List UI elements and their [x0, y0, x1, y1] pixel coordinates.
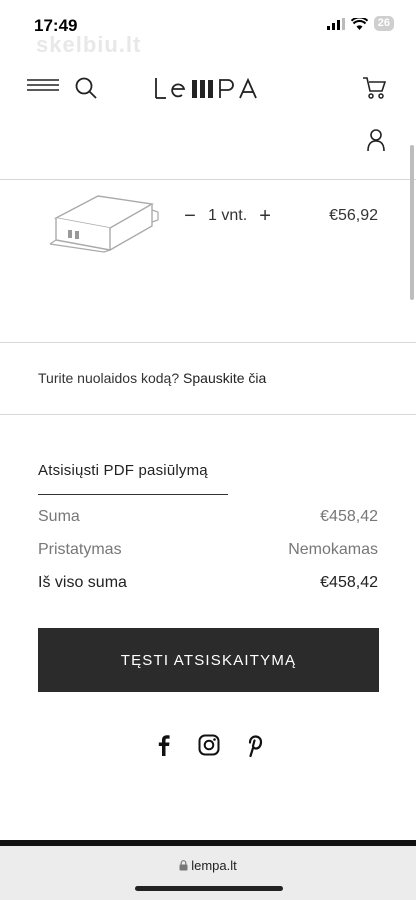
logo[interactable]: [154, 74, 262, 102]
discount-prompt-text: Turite nuolaidos kodą?: [38, 370, 184, 386]
summary-value: €458,42: [320, 508, 378, 525]
summary-value: €458,42: [320, 574, 378, 591]
item-price: €56,92: [329, 207, 378, 224]
quantity-stepper: − 1 vnt. +: [182, 206, 273, 226]
product-image[interactable]: [48, 186, 160, 254]
menu-icon[interactable]: [27, 79, 59, 97]
status-icons: 26: [326, 16, 394, 31]
watermark: skelbiu.lt: [36, 32, 142, 57]
summary-label: Pristatymas: [38, 541, 122, 558]
summary-row-total: Iš viso suma €458,42: [38, 574, 378, 592]
site-header: [0, 60, 416, 180]
url-text: lempa.lt: [191, 858, 237, 873]
checkout-button[interactable]: TĘSTI ATSISKAITYMĄ: [38, 628, 379, 692]
summary-label: Iš viso suma: [38, 574, 127, 591]
summary-value: Nemokamas: [288, 541, 378, 558]
cart-item: − 1 vnt. + €56,92: [0, 181, 416, 343]
download-pdf-link[interactable]: Atsisiųsti PDF pasiūlymą: [38, 462, 228, 495]
lock-icon: [179, 860, 188, 871]
signal-icon: [326, 17, 345, 30]
discount-prompt: Turite nuolaidos kodą? Spauskite čia: [38, 370, 266, 386]
social-links: [152, 732, 266, 758]
user-icon[interactable]: [366, 128, 386, 152]
summary-row-delivery: Pristatymas Nemokamas: [38, 541, 378, 559]
quantity-value: 1 vnt.: [208, 207, 248, 224]
decrease-quantity-button[interactable]: −: [182, 206, 198, 226]
pinterest-icon[interactable]: [242, 733, 266, 758]
discount-link[interactable]: Spauskite čia: [183, 370, 266, 386]
search-icon[interactable]: [74, 76, 98, 100]
facebook-icon[interactable]: [152, 733, 176, 757]
cart-icon[interactable]: [362, 74, 386, 100]
wifi-icon: [350, 17, 368, 30]
summary-row-subtotal: Suma €458,42: [38, 508, 378, 526]
summary-label: Suma: [38, 508, 80, 525]
instagram-icon[interactable]: [197, 733, 221, 757]
status-bar: 17:49 skelbiu.lt 26: [0, 0, 416, 57]
home-indicator[interactable]: [135, 886, 283, 891]
increase-quantity-button[interactable]: +: [257, 206, 273, 226]
browser-address-bar[interactable]: lempa.lt: [0, 846, 416, 900]
discount-section: Turite nuolaidos kodą? Spauskite čia: [0, 343, 416, 415]
url-display[interactable]: lempa.lt: [0, 858, 416, 873]
battery-icon: 26: [373, 16, 394, 31]
